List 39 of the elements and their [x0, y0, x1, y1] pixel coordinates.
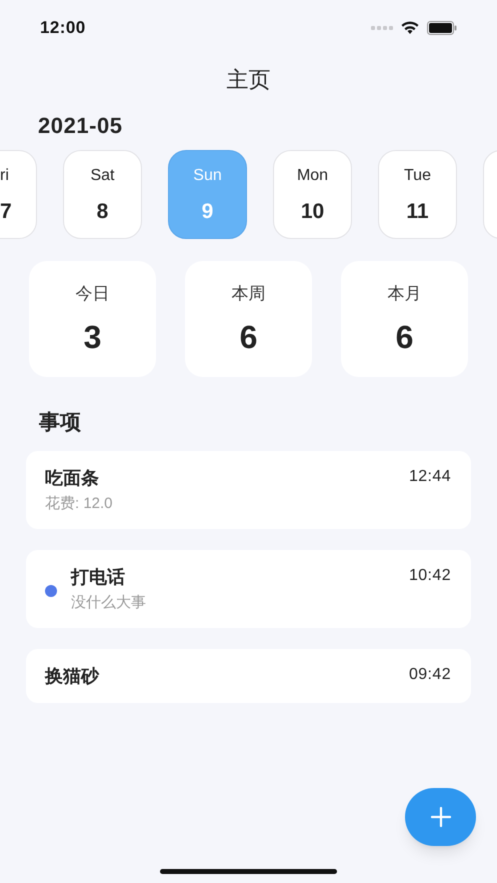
date-number: 10 [300, 200, 324, 224]
day-card[interactable]: ri 7 [0, 150, 37, 239]
task-time: 12:44 [408, 466, 451, 486]
date-number: 7 [0, 200, 12, 224]
weekday-label: Mon [296, 166, 328, 186]
task-time: 10:42 [408, 566, 451, 586]
task-title: 换猫砂 [45, 664, 100, 688]
month-label: 2021-05 [38, 113, 123, 138]
task-title: 打电话 [71, 566, 126, 588]
stat-label: 本周 [232, 283, 266, 305]
day-card[interactable]: Tue 11 [378, 150, 457, 239]
stat-value: 6 [240, 318, 258, 354]
task-note: 没什么大事 [71, 592, 147, 612]
date-number: 8 [96, 200, 108, 224]
weekday-label: Tue [404, 166, 431, 186]
battery-icon [427, 20, 457, 34]
task-time: 09:42 [408, 664, 451, 684]
plus-icon [430, 807, 450, 827]
section-title: 事项 [39, 410, 82, 436]
wifi-icon [401, 20, 419, 34]
task-note: 花费: 12.0 [45, 494, 114, 514]
page-title: 主页 [226, 66, 270, 94]
date-number: 9 [202, 200, 214, 224]
day-card[interactable]: Sat 8 [63, 150, 142, 239]
task-title: 吃面条 [45, 466, 100, 490]
day-card[interactable]: Mon 10 [273, 150, 352, 239]
signal-icon [371, 26, 393, 30]
status-time: 12:00 [40, 16, 86, 39]
weekday-label: Sat [90, 166, 114, 186]
task-card[interactable]: 吃面条 花费: 12.0 12:44 [26, 450, 471, 528]
task-card[interactable]: 换猫砂 09:42 [26, 648, 471, 702]
date-number: 11 [406, 200, 429, 224]
stat-label: 本月 [388, 283, 422, 305]
task-card[interactable]: 打电话 没什么大事 10:42 [26, 550, 471, 628]
stat-value: 6 [396, 318, 414, 354]
weekday-label: ri [0, 166, 9, 186]
stat-value: 3 [84, 318, 102, 354]
weekday-label: Sun [193, 166, 222, 186]
stat-label: 今日 [76, 283, 110, 305]
